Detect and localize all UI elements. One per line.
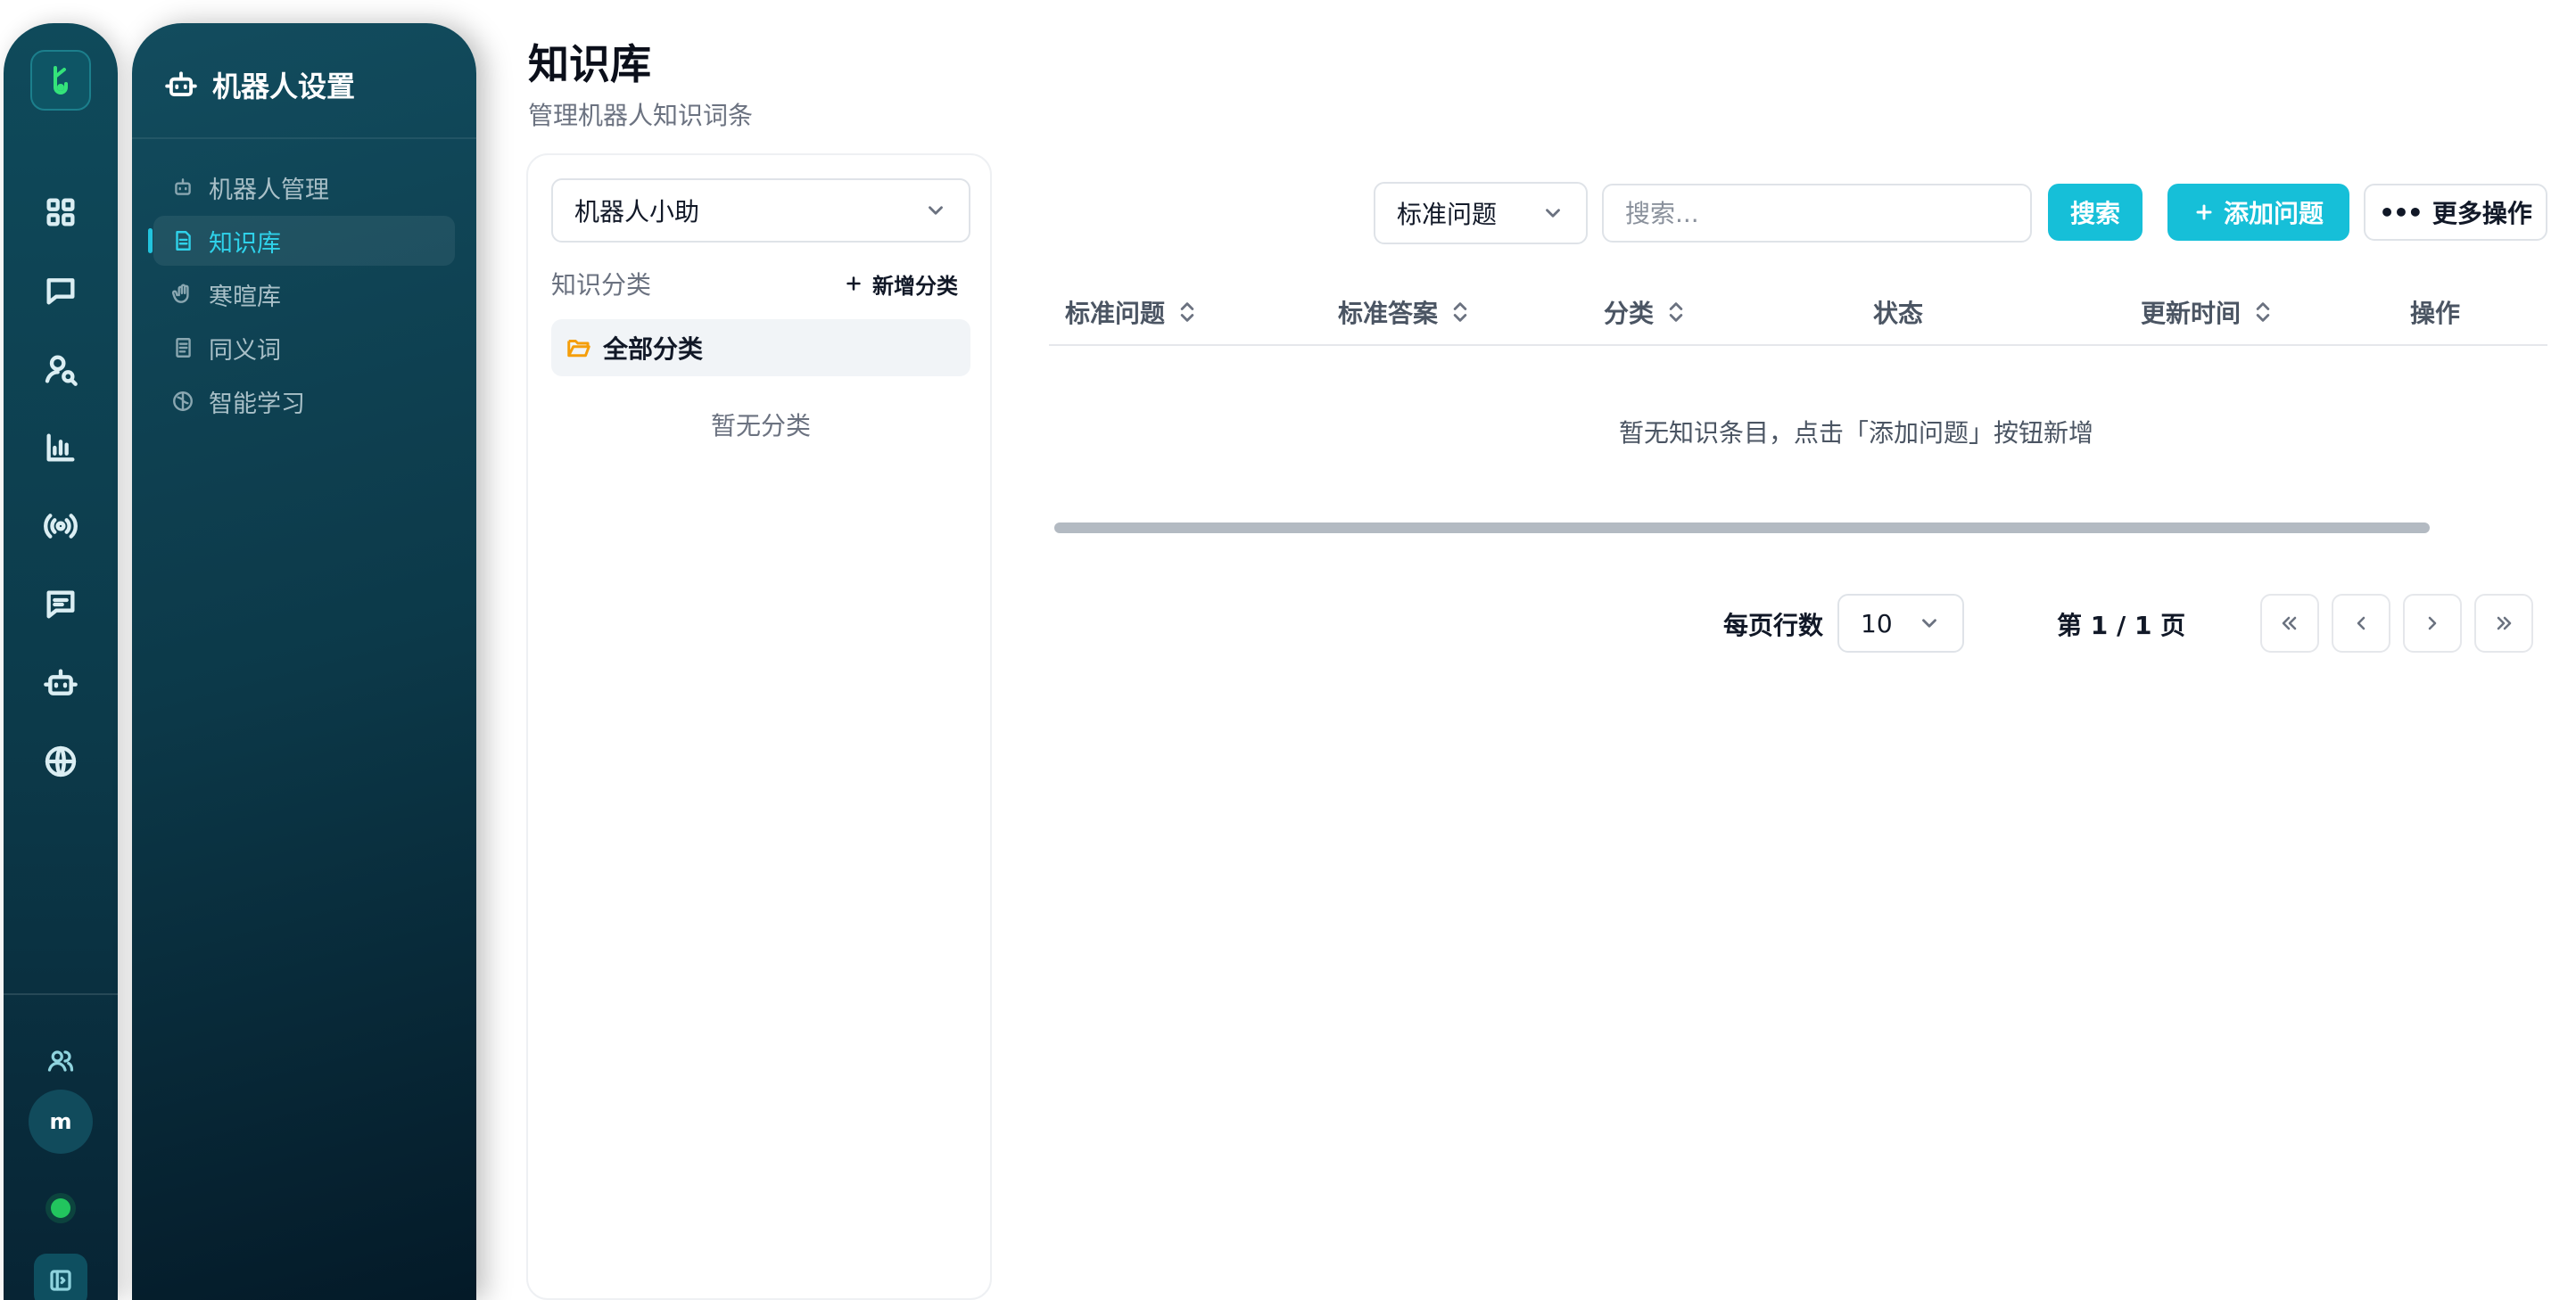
settings-panel-title: 机器人设置: [212, 70, 356, 103]
settings-nav: 机器人管理 知识库 寒暄库 同义词 智能学习: [148, 162, 455, 430]
category-panel: 机器人小助 知识分类 新增分类 全部分类 暂无分类: [526, 153, 992, 1300]
page-title: 知识库: [528, 40, 651, 88]
online-status-dot: [51, 1198, 70, 1218]
more-actions-label: 更多操作: [2432, 199, 2532, 228]
icon-rail: m: [4, 23, 118, 1300]
folder-open-icon: [567, 340, 590, 358]
page-subtitle: 管理机器人知识词条: [528, 101, 754, 130]
chat-icon[interactable]: [34, 264, 87, 317]
sort-icon: [1180, 302, 1194, 322]
column-header-updated[interactable]: 更新时间: [2141, 294, 2273, 330]
plus-icon: [2196, 204, 2212, 220]
nav-item-label: 同义词: [209, 336, 281, 365]
chevrons-left-icon: [2282, 616, 2297, 630]
notebook-icon: [176, 338, 191, 358]
nav-item-label: 智能学习: [209, 390, 305, 418]
column-header-actions: 操作: [2410, 294, 2460, 330]
add-category-label: 新增分类: [872, 273, 958, 299]
horizontal-scrollbar[interactable]: [1054, 522, 2430, 533]
column-header-status: 状态: [1873, 294, 1923, 330]
table-empty-text: 暂无知识条目，点击「添加问题」按钮新增: [1618, 418, 2093, 448]
column-header-question[interactable]: 标准问题: [1065, 294, 1197, 330]
chevron-down-icon: [1546, 209, 1560, 218]
more-dots-icon: •••: [2379, 197, 2423, 227]
nav-item-knowledge-base[interactable]: 知识库: [148, 216, 455, 266]
message-square-icon[interactable]: [34, 578, 87, 631]
page-info: 第 1 / 1 页: [2057, 611, 2186, 640]
column-label: 更新时间: [2141, 299, 2242, 328]
last-page-button[interactable]: [2474, 594, 2533, 653]
nav-item-small-talk[interactable]: 寒暄库: [153, 269, 455, 319]
category-heading: 知识分类: [551, 270, 652, 300]
brain-icon: [173, 391, 193, 411]
category-empty-text: 暂无分类: [710, 411, 811, 440]
chevron-right-icon: [2428, 616, 2437, 630]
search-field-select[interactable]: 标准问题: [1374, 182, 1588, 244]
column-header-category[interactable]: 分类: [1604, 294, 1686, 330]
nav-item-label: 知识库: [209, 229, 281, 258]
globe-icon[interactable]: [34, 735, 87, 788]
nav-item-label: 机器人管理: [209, 176, 329, 204]
collapse-sidebar-icon[interactable]: [34, 1254, 87, 1300]
robot-icon[interactable]: [34, 656, 87, 710]
column-label: 操作: [2410, 299, 2461, 328]
search-field-value: 标准问题: [1397, 200, 1498, 229]
more-actions-button[interactable]: ••• 更多操作: [2364, 184, 2547, 241]
plus-icon: [846, 276, 861, 291]
nav-item-label: 寒暄库: [209, 283, 281, 311]
next-page-button[interactable]: [2403, 594, 2462, 653]
sort-icon: [1453, 302, 1467, 322]
bot-select-value: 机器人小助: [574, 197, 700, 226]
chevron-left-icon: [2357, 616, 2365, 630]
avatar[interactable]: m: [29, 1090, 93, 1154]
sort-icon: [1669, 302, 1683, 322]
app-root: m 机器人设置 机器人管理 知识库 寒暄库 同义词 智能学习 知识库 管理机器人…: [0, 0, 2576, 1300]
search-button[interactable]: 搜索: [2048, 184, 2143, 241]
column-label: 状态: [1873, 299, 1924, 328]
logo-icon: [54, 66, 68, 95]
column-label: 标准答案: [1338, 299, 1439, 328]
category-item-all[interactable]: 全部分类: [551, 319, 970, 376]
add-question-label: 添加问题: [2223, 199, 2324, 228]
robot-icon: [165, 71, 197, 96]
table-header: 标准问题 标准答案 分类 状态 更新时间 操作: [1049, 278, 2547, 346]
app-logo[interactable]: [30, 50, 91, 111]
rows-per-page-label: 每页行数: [1723, 611, 1824, 640]
category-header: 知识分类 新增分类: [551, 266, 970, 301]
column-label: 标准问题: [1065, 299, 1166, 328]
settings-panel-header: 机器人设置: [164, 64, 355, 105]
add-question-button[interactable]: 添加问题: [2167, 184, 2349, 241]
nav-item-robot-management[interactable]: 机器人管理: [153, 162, 455, 212]
bot-select[interactable]: 机器人小助: [551, 178, 970, 243]
team-icon[interactable]: [34, 1034, 87, 1088]
analytics-icon[interactable]: [34, 421, 87, 474]
first-page-button[interactable]: [2260, 594, 2319, 653]
column-header-answer[interactable]: 标准答案: [1338, 294, 1470, 330]
category-item-label: 全部分类: [603, 334, 704, 364]
column-label: 分类: [1604, 299, 1655, 328]
document-icon: [176, 231, 191, 251]
broadcast-icon[interactable]: [34, 499, 87, 553]
robot-icon: [175, 178, 191, 195]
rail-divider: [4, 993, 118, 995]
chevrons-right-icon: [2497, 616, 2512, 630]
search-input[interactable]: [1602, 184, 2032, 243]
wave-hand-icon: [171, 284, 189, 303]
rows-per-page-select[interactable]: 10: [1837, 594, 1964, 653]
chevron-down-icon: [929, 206, 943, 215]
chevron-down-icon: [1922, 619, 1936, 628]
dashboard-icon[interactable]: [34, 185, 87, 239]
previous-page-button[interactable]: [2332, 594, 2390, 653]
sort-icon: [2256, 302, 2270, 322]
nav-item-synonyms[interactable]: 同义词: [153, 323, 455, 373]
settings-panel: 机器人设置 机器人管理 知识库 寒暄库 同义词 智能学习: [132, 23, 476, 1300]
user-search-icon[interactable]: [34, 342, 87, 396]
rows-per-page-value: 10: [1861, 608, 1893, 638]
add-category-button[interactable]: 新增分类: [844, 268, 970, 300]
panel-divider: [132, 137, 476, 139]
nav-item-smart-learning[interactable]: 智能学习: [153, 376, 455, 426]
